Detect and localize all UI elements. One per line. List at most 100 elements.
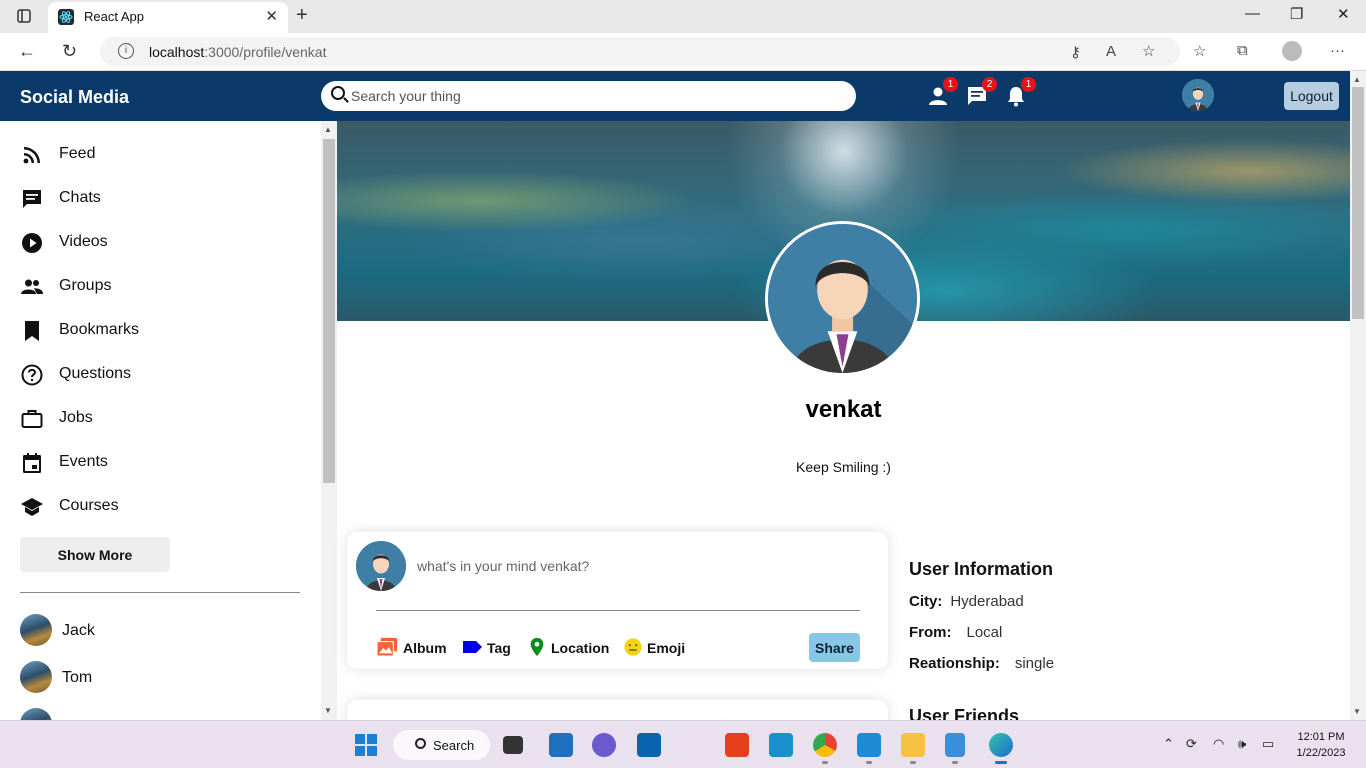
new-tab-icon[interactable]: + <box>296 4 308 27</box>
bookmark-icon <box>25 321 39 341</box>
browser-tab[interactable]: React App ✕ <box>48 2 288 33</box>
sidebar-item-videos[interactable]: Videos <box>20 227 290 257</box>
share-divider <box>376 610 860 611</box>
chat-icon <box>23 190 41 208</box>
location-option[interactable]: Location <box>526 636 611 658</box>
sidebar-item-label: Groups <box>59 277 112 294</box>
vscode-icon[interactable] <box>857 733 881 757</box>
add-favorite-icon[interactable]: ☆ <box>1142 42 1155 60</box>
reload-icon[interactable]: ↻ <box>62 41 77 62</box>
profile-username: venkat <box>805 396 882 423</box>
app-logo[interactable]: Social Media <box>20 87 129 108</box>
taskbar-search-icon <box>415 738 426 749</box>
mail-icon[interactable] <box>637 733 661 757</box>
calendar-icon <box>23 453 41 473</box>
messages-icon[interactable]: 2 <box>965 77 997 108</box>
remote-desktop-icon[interactable] <box>769 733 793 757</box>
share-box: Album Tag Location Emoji Share <box>347 532 888 669</box>
minimize-icon[interactable]: — <box>1245 5 1260 22</box>
page-scroll-thumb[interactable] <box>1352 87 1364 319</box>
key-icon[interactable]: ⚷ <box>1070 43 1081 61</box>
search-input[interactable] <box>351 85 841 107</box>
sidebar-item-courses[interactable]: Courses <box>20 491 290 521</box>
taskbar-search[interactable]: Search <box>393 730 490 760</box>
share-button[interactable]: Share <box>809 633 860 662</box>
sidebar-scrollbar[interactable]: ▲ ▼ <box>321 121 337 721</box>
task-view-icon[interactable] <box>503 736 523 754</box>
sidebar-item-label: Courses <box>59 497 119 514</box>
album-option[interactable]: Album <box>376 636 448 658</box>
user-avatar[interactable] <box>1182 79 1214 111</box>
profile-bio: Keep Smiling :) <box>796 459 891 475</box>
wifi-icon[interactable]: ◠ <box>1213 736 1224 752</box>
teams-chat-icon[interactable] <box>592 733 616 757</box>
tab-actions-icon[interactable] <box>17 9 31 23</box>
sidebar-item-jobs[interactable]: Jobs <box>20 403 290 433</box>
tag-option[interactable]: Tag <box>462 636 512 658</box>
windows-start-icon[interactable] <box>355 734 377 756</box>
favorites-icon[interactable]: ☆ <box>1193 42 1206 60</box>
show-more-button[interactable]: Show More <box>20 537 170 572</box>
sidebar-item-feed[interactable]: Feed <box>20 139 290 169</box>
address-bar[interactable]: i localhost:3000/profile/venkat ⚷ A ☆ <box>100 37 1180 66</box>
taskbar-clock[interactable]: 12:01 PM 1/22/2023 <box>1288 729 1354 761</box>
chrome-icon[interactable] <box>813 733 837 757</box>
widgets-icon[interactable] <box>549 733 573 757</box>
emoji-option[interactable]: Emoji <box>622 636 687 658</box>
site-info-icon[interactable]: i <box>118 43 134 59</box>
more-menu-icon[interactable]: ··· <box>1330 42 1345 59</box>
windows-taskbar: Search ⌃ ⟳ ◠ 🕪 ▭ 12:01 PM 1/22/2023 <box>0 720 1366 768</box>
scroll-down-icon[interactable]: ▼ <box>324 706 332 715</box>
sidebar-item-chats[interactable]: Chats <box>20 183 290 213</box>
friend-avatar <box>20 614 52 646</box>
restore-icon[interactable]: ❐ <box>1290 5 1303 23</box>
profile-icon[interactable] <box>1282 41 1302 61</box>
sidebar-item-label: Events <box>59 453 108 470</box>
tag-icon <box>463 641 482 653</box>
page-scrollbar[interactable]: ▲ ▼ <box>1350 71 1366 721</box>
tab-close-icon[interactable]: ✕ <box>265 7 278 25</box>
notepad-icon[interactable] <box>945 733 965 757</box>
share-avatar <box>356 541 406 591</box>
sidebar-item-label: Videos <box>59 233 108 250</box>
emoji-label: Emoji <box>647 640 686 656</box>
user-info-city: City: Hyderabad <box>909 593 1024 610</box>
friend-item[interactable]: Jack <box>20 614 290 648</box>
office-icon[interactable] <box>725 733 749 757</box>
sync-icon[interactable]: ⟳ <box>1186 736 1197 752</box>
read-aloud-icon[interactable]: A <box>1106 43 1116 60</box>
sidebar-item-bookmarks[interactable]: Bookmarks <box>20 315 290 345</box>
sidebar-item-groups[interactable]: Groups <box>20 271 290 301</box>
battery-icon[interactable]: ▭ <box>1262 736 1274 752</box>
edge-icon[interactable] <box>989 733 1013 757</box>
notifications-icon[interactable]: 1 <box>1004 77 1036 108</box>
tray-chevron-icon[interactable]: ⌃ <box>1163 736 1174 752</box>
collections-icon[interactable]: ⧉ <box>1237 42 1248 59</box>
sidebar-item-events[interactable]: Events <box>20 447 290 477</box>
share-input[interactable] <box>417 555 857 577</box>
scroll-up-icon[interactable]: ▲ <box>324 125 332 134</box>
sidebar-item-questions[interactable]: Questions <box>20 359 290 389</box>
volume-icon[interactable]: 🕪 <box>1238 736 1246 752</box>
page-scroll-up-icon[interactable]: ▲ <box>1353 75 1361 84</box>
briefcase-icon <box>21 410 43 428</box>
sidebar-item-label: Feed <box>59 145 96 162</box>
friend-name: Jack <box>62 622 95 639</box>
notifications-badge: 1 <box>1021 77 1036 92</box>
page-scroll-down-icon[interactable]: ▼ <box>1353 707 1361 716</box>
sidebar: Feed Chats Videos Groups Bookmarks Quest… <box>0 121 320 721</box>
search-bar[interactable] <box>321 81 856 111</box>
sidebar-scroll-thumb[interactable] <box>323 139 335 483</box>
file-explorer-icon[interactable] <box>901 733 925 757</box>
sidebar-item-label: Bookmarks <box>59 321 140 338</box>
edge-running-indicator <box>995 761 1007 764</box>
window-close-icon[interactable]: ✕ <box>1337 5 1350 23</box>
friend-requests-icon[interactable]: 1 <box>926 77 958 108</box>
app-header: Social Media 1 2 1 Logout <box>0 71 1366 121</box>
friend-item[interactable]: Tom <box>20 661 290 695</box>
emoji-icon <box>624 638 642 656</box>
sidebar-item-label: Chats <box>59 189 101 206</box>
logout-button[interactable]: Logout <box>1284 82 1339 110</box>
help-circle-icon <box>21 364 43 386</box>
back-icon[interactable]: ← <box>18 41 36 62</box>
